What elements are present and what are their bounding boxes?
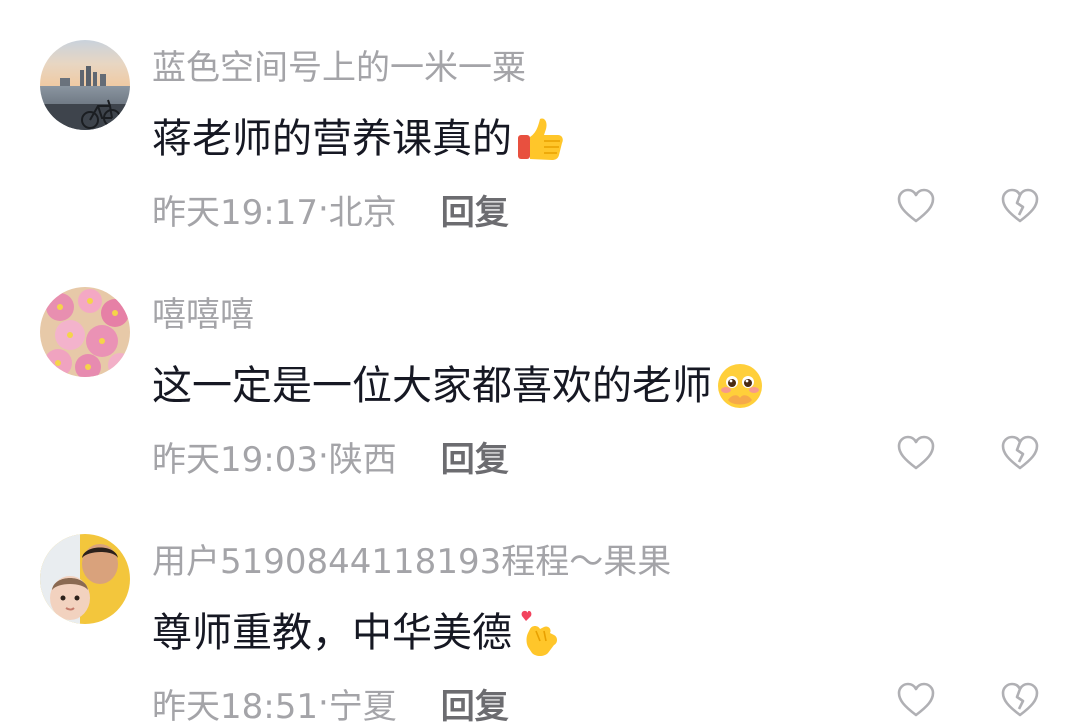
heart-outline-icon: [897, 188, 935, 223]
broken-heart-outline-icon: [1001, 435, 1039, 470]
comment-location: 北京: [328, 192, 397, 233]
dislike-button[interactable]: [998, 431, 1042, 475]
shy-pleading-emoji: [714, 360, 766, 412]
meta-separator: ·: [317, 189, 329, 229]
comment-time: 昨天19:17: [152, 192, 318, 233]
dislike-button[interactable]: [998, 184, 1042, 228]
avatar-lakeside-photo: [40, 40, 130, 130]
like-button[interactable]: [894, 431, 938, 475]
finger-heart-emoji: [514, 607, 566, 659]
dislike-button[interactable]: [998, 678, 1042, 722]
like-button[interactable]: [894, 184, 938, 228]
avatar[interactable]: [40, 40, 130, 130]
comment-time: 昨天19:03: [152, 439, 318, 480]
reply-button[interactable]: 回复: [441, 679, 509, 727]
comment-text-body: 尊师重教，中华美德: [152, 610, 512, 656]
comment-item: 蓝色空间号上的一米一粟 蒋老师的营养课真的 昨天19:17 · 北京 回复: [0, 40, 1080, 260]
comment-list: 蓝色空间号上的一米一粟 蒋老师的营养课真的 昨天19:17 · 北京 回复 嘻嘻…: [0, 0, 1080, 727]
comment-username[interactable]: 用户5190844118193程程～果果: [152, 540, 671, 584]
thumbs-up-emoji: [514, 113, 566, 165]
broken-heart-outline-icon: [1001, 682, 1039, 717]
meta-separator: ·: [317, 683, 329, 723]
comment-text: 尊师重教，中华美德: [152, 606, 566, 660]
comment-text-body: 这一定是一位大家都喜欢的老师: [152, 363, 712, 409]
comment-time: 昨天18:51: [152, 686, 318, 727]
heart-outline-icon: [897, 435, 935, 470]
comment-item: 用户5190844118193程程～果果 尊师重教，中华美德 昨天18:51 ·…: [0, 534, 1080, 727]
comment-location: 宁夏: [328, 686, 397, 727]
comment-text: 蒋老师的营养课真的: [152, 112, 566, 166]
comment-meta: 昨天19:03 · 陕西 回复: [152, 431, 509, 481]
comment-meta: 昨天18:51 · 宁夏 回复: [152, 678, 509, 727]
comment-location: 陕西: [328, 439, 397, 480]
broken-heart-outline-icon: [1001, 188, 1039, 223]
avatar-parent-and-baby-photo: [40, 534, 130, 624]
reply-button[interactable]: 回复: [441, 432, 509, 481]
avatar[interactable]: [40, 287, 130, 377]
comment-username[interactable]: 嘻嘻嘻: [152, 293, 254, 337]
comment-text-body: 蒋老师的营养课真的: [152, 116, 512, 162]
comment-meta: 昨天19:17 · 北京 回复: [152, 184, 509, 234]
meta-separator: ·: [317, 436, 329, 476]
heart-outline-icon: [897, 682, 935, 717]
avatar-flowers-photo: [40, 287, 130, 377]
comment-text: 这一定是一位大家都喜欢的老师: [152, 359, 766, 413]
reply-button[interactable]: 回复: [441, 185, 509, 234]
avatar[interactable]: [40, 534, 130, 624]
like-button[interactable]: [894, 678, 938, 722]
comment-username[interactable]: 蓝色空间号上的一米一粟: [152, 46, 526, 90]
comment-item: 嘻嘻嘻 这一定是一位大家都喜欢的老师 昨天19:03 · 陕西 回复: [0, 287, 1080, 507]
